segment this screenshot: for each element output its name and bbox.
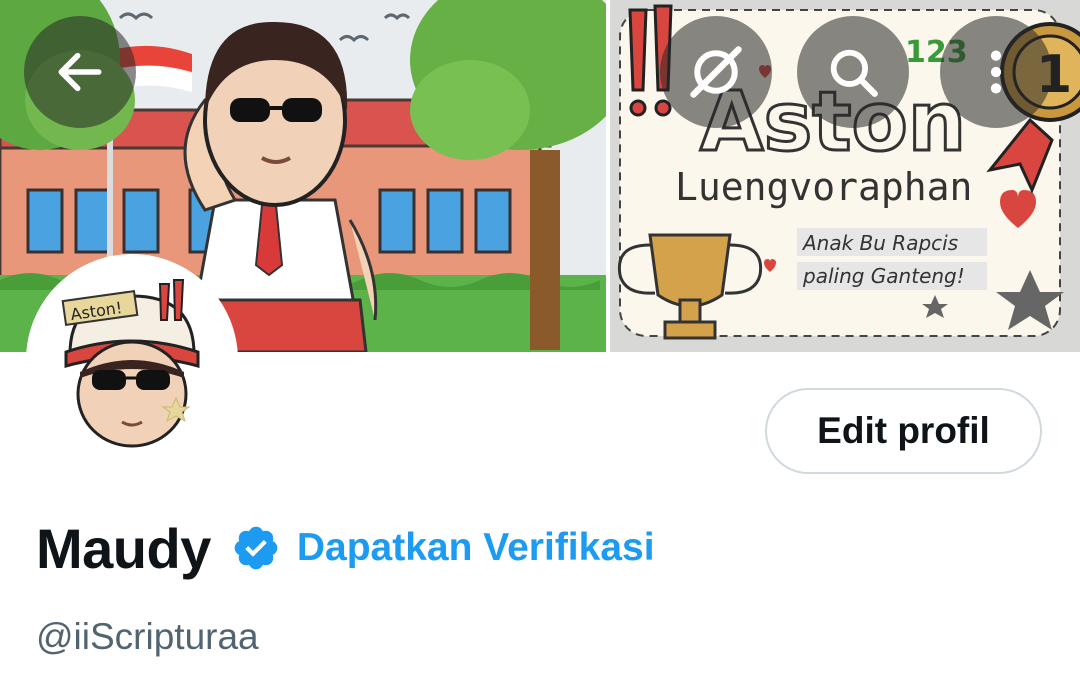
banner-tagline-2: paling Ganteng! <box>802 264 965 288</box>
name-row: Maudy Dapatkan Verifikasi <box>36 510 655 586</box>
more-vertical-icon <box>990 50 1002 94</box>
search-icon <box>830 49 878 97</box>
banner-title-sub: Luengvoraphan <box>675 165 972 209</box>
verified-badge-icon[interactable] <box>231 523 281 573</box>
grok-button[interactable] <box>660 16 772 128</box>
edit-profile-button[interactable]: Edit profil <box>765 388 1042 474</box>
back-button[interactable] <box>24 16 136 128</box>
grok-icon <box>690 46 742 98</box>
more-options-button[interactable] <box>940 16 1052 128</box>
profile-handle: @iiScripturaa <box>36 616 259 657</box>
profile-avatar[interactable]: Aston! <box>26 254 238 466</box>
search-button[interactable] <box>797 16 909 128</box>
get-verified-link[interactable]: Dapatkan Verifikasi <box>297 526 655 570</box>
display-name: Maudy <box>36 516 211 580</box>
avatar-illustration: Aston! <box>32 260 232 460</box>
profile-screen: Aston Luengvoraphan Anak Bu Rapcis palin… <box>0 0 1080 690</box>
arrow-left-icon <box>58 52 102 92</box>
banner-tagline-1: Anak Bu Rapcis <box>801 231 958 255</box>
